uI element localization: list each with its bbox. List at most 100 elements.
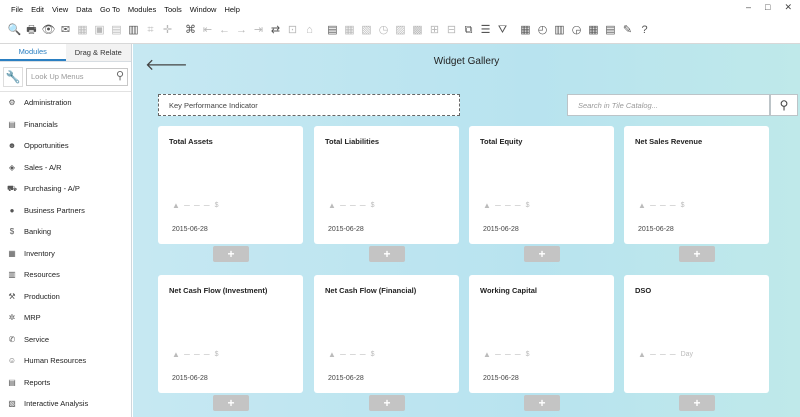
kpi-tile[interactable]: Working Capital ▲ ─ ─ ─ $2015-06-28 <box>469 275 614 393</box>
toolbar-button-3-icon[interactable]: ✉ <box>59 24 72 37</box>
toolbar-button-34-icon[interactable]: ▤ <box>604 24 617 37</box>
sidebar-item-inventory[interactable]: ▦ Inventory <box>0 243 131 265</box>
toolbar-button-10-icon[interactable]: ⌘ <box>184 24 197 37</box>
toolbar-button-12-icon[interactable]: ← <box>218 24 231 37</box>
toolbar-button-1-icon[interactable]: 🖶 <box>25 24 38 37</box>
menu-go-to[interactable]: Go To <box>100 5 120 14</box>
menu-window[interactable]: Window <box>190 5 217 14</box>
menu-help[interactable]: Help <box>224 5 239 14</box>
toolbar-button-11-icon[interactable]: ⇤ <box>201 24 214 37</box>
menu-tools[interactable]: Tools <box>164 5 182 14</box>
kpi-tile[interactable]: DSO ▲ ─ ─ ─ Day <box>624 275 769 393</box>
lookup-placeholder: Look Up Menus <box>31 72 84 81</box>
add-tile-button[interactable]: + <box>213 246 249 262</box>
kpi-tile[interactable]: Net Cash Flow (Financial) ▲ ─ ─ ─ $2015-06… <box>314 275 459 393</box>
toolbar-button-26-icon[interactable]: ⧉ <box>462 24 475 37</box>
close-icon[interactable]: ✕ <box>784 2 792 13</box>
toolbar-button-20-icon[interactable]: ▧ <box>360 24 373 37</box>
tile-trend: ▲ ─ ─ ─ $ <box>328 201 375 210</box>
search-button[interactable]: ⚲ <box>770 94 798 116</box>
sidebar-item-purchasing-a-p[interactable]: ⛟ Purchasing - A/P <box>0 178 131 200</box>
tab-modules[interactable]: Modules <box>0 44 66 61</box>
tab-drag-relate[interactable]: Drag & Relate <box>65 44 131 61</box>
add-tile-button[interactable]: + <box>369 246 405 262</box>
toolbar-button-15-icon[interactable]: ⇄ <box>269 24 282 37</box>
add-tile-button[interactable]: + <box>679 246 715 262</box>
toolbar-button-33-icon[interactable]: ▦ <box>587 24 600 37</box>
sidebar-item-service[interactable]: ✆ Service <box>0 329 131 351</box>
toolbar-button-23-icon[interactable]: ▩ <box>411 24 424 37</box>
toolbar-button-35-icon[interactable]: ✎ <box>621 24 634 37</box>
toolbar-button-0-icon[interactable]: 🔍 <box>8 24 22 37</box>
sidebar-item-opportunities[interactable]: ☻ Opportunities <box>0 135 131 157</box>
toolbar-button-6-icon[interactable]: ▤ <box>110 24 123 37</box>
module-icon: ☺ <box>7 356 17 366</box>
sidebar-item-label: Production <box>24 291 60 301</box>
menu-view[interactable]: View <box>52 5 68 14</box>
sidebar-item-label: Banking <box>24 227 52 237</box>
toolbar-button-18-icon[interactable]: ▤ <box>326 24 339 37</box>
toolbar-button-21-icon[interactable]: ◷ <box>377 24 390 37</box>
kpi-tile[interactable]: Net Sales Revenue ▲ ─ ─ ─ $2015-06-28 <box>624 126 769 244</box>
module-icon: ⛟ <box>7 183 18 193</box>
sidebar-item-human-resources[interactable]: ☺ Human Resources <box>0 350 131 372</box>
toolbar-button-14-icon[interactable]: ⇥ <box>252 24 265 37</box>
maximize-icon[interactable]: □ <box>765 2 770 13</box>
add-tile-button[interactable]: + <box>524 246 560 262</box>
lookup-menus-input[interactable]: Look Up Menus ⚲ <box>26 67 128 86</box>
menu-file[interactable]: File <box>11 5 23 14</box>
toolbar-button-24-icon[interactable]: ⊞ <box>428 24 441 37</box>
wrench-icon[interactable]: 🔧 <box>3 66 23 87</box>
menu-edit[interactable]: Edit <box>31 5 44 14</box>
toolbar-button-4-icon[interactable]: ▦ <box>76 24 89 37</box>
sidebar-item-reports[interactable]: ▤ Reports <box>0 372 131 394</box>
kpi-tile[interactable]: Total Equity ▲ ─ ─ ─ $2015-06-28 <box>469 126 614 244</box>
toolbar-button-7-icon[interactable]: ▥ <box>127 24 140 37</box>
tile-title: Net Cash Flow (Financial) <box>325 286 417 295</box>
toolbar-button-36-icon[interactable]: ? <box>638 24 651 37</box>
minimize-icon[interactable]: – <box>746 2 751 13</box>
toolbar-button-32-icon[interactable]: ◶ <box>570 24 583 37</box>
sidebar-item-sales-a-r[interactable]: ◈ Sales - A/R <box>0 157 131 179</box>
toolbar-button-16-icon[interactable]: ⊡ <box>286 24 299 37</box>
toolbar-button-9-icon[interactable]: ✛ <box>161 24 174 37</box>
add-tile-button[interactable]: + <box>524 395 560 411</box>
add-tile-button[interactable]: + <box>369 395 405 411</box>
module-icon: ⚒ <box>8 291 16 301</box>
toolbar-button-5-icon[interactable]: ▣ <box>93 24 106 37</box>
toolbar-button-29-icon[interactable]: ▦ <box>519 24 532 37</box>
kpi-tile[interactable]: Total Liabilities ▲ ─ ─ ─ $2015-06-28 <box>314 126 459 244</box>
tile-trend: ▲ ─ ─ ─ $ <box>172 201 219 210</box>
toolbar-button-17-icon[interactable]: ⌂ <box>303 24 316 37</box>
toolbar-button-28-icon[interactable]: ⛛ <box>496 24 509 37</box>
sidebar-item-banking[interactable]: $ Banking <box>0 221 131 243</box>
kpi-tile[interactable]: Net Cash Flow (Investment) ▲ ─ ─ ─ $2015-0… <box>158 275 303 393</box>
toolbar-button-25-icon[interactable]: ⊟ <box>445 24 458 37</box>
kpi-category-selector[interactable]: Key Performance Indicator <box>158 94 460 116</box>
sidebar-item-financials[interactable]: ▤ Financials <box>0 114 131 136</box>
kpi-tile[interactable]: Total Assets ▲ ─ ─ ─ $2015-06-28 <box>158 126 303 244</box>
tile-title: Total Equity <box>480 137 523 146</box>
menu-modules[interactable]: Modules <box>128 5 156 14</box>
add-tile-button[interactable]: + <box>213 395 249 411</box>
tile-search-placeholder: Search in Tile Catalog... <box>578 100 658 110</box>
sidebar-item-production[interactable]: ⚒ Production <box>0 286 131 308</box>
toolbar-button-22-icon[interactable]: ▨ <box>394 24 407 37</box>
tile-search-input[interactable]: Search in Tile Catalog... <box>567 94 770 116</box>
toolbar-button-31-icon[interactable]: ▥ <box>553 24 566 37</box>
sidebar-item-label: Inventory <box>24 248 55 258</box>
toolbar-button-2-icon[interactable]: 👁 <box>42 24 56 37</box>
sidebar-item-business-partners[interactable]: ● Business Partners <box>0 200 131 222</box>
toolbar-button-27-icon[interactable]: ☰ <box>479 24 492 37</box>
add-tile-button[interactable]: + <box>679 395 715 411</box>
menu-data[interactable]: Data <box>76 5 92 14</box>
sidebar-item-mrp[interactable]: ✲ MRP <box>0 307 131 329</box>
search-icon[interactable]: ⚲ <box>116 69 124 82</box>
sidebar-item-administration[interactable]: ⚙ Administration <box>0 92 131 114</box>
sidebar-item-resources[interactable]: ▥ Resources <box>0 264 131 286</box>
sidebar-item-interactive-analysis[interactable]: ▧ Interactive Analysis <box>0 393 131 415</box>
toolbar-button-30-icon[interactable]: ◴ <box>536 24 549 37</box>
toolbar-button-8-icon[interactable]: ⌗ <box>144 24 157 37</box>
toolbar-button-19-icon[interactable]: ▦ <box>343 24 356 37</box>
toolbar-button-13-icon[interactable]: → <box>235 24 248 37</box>
